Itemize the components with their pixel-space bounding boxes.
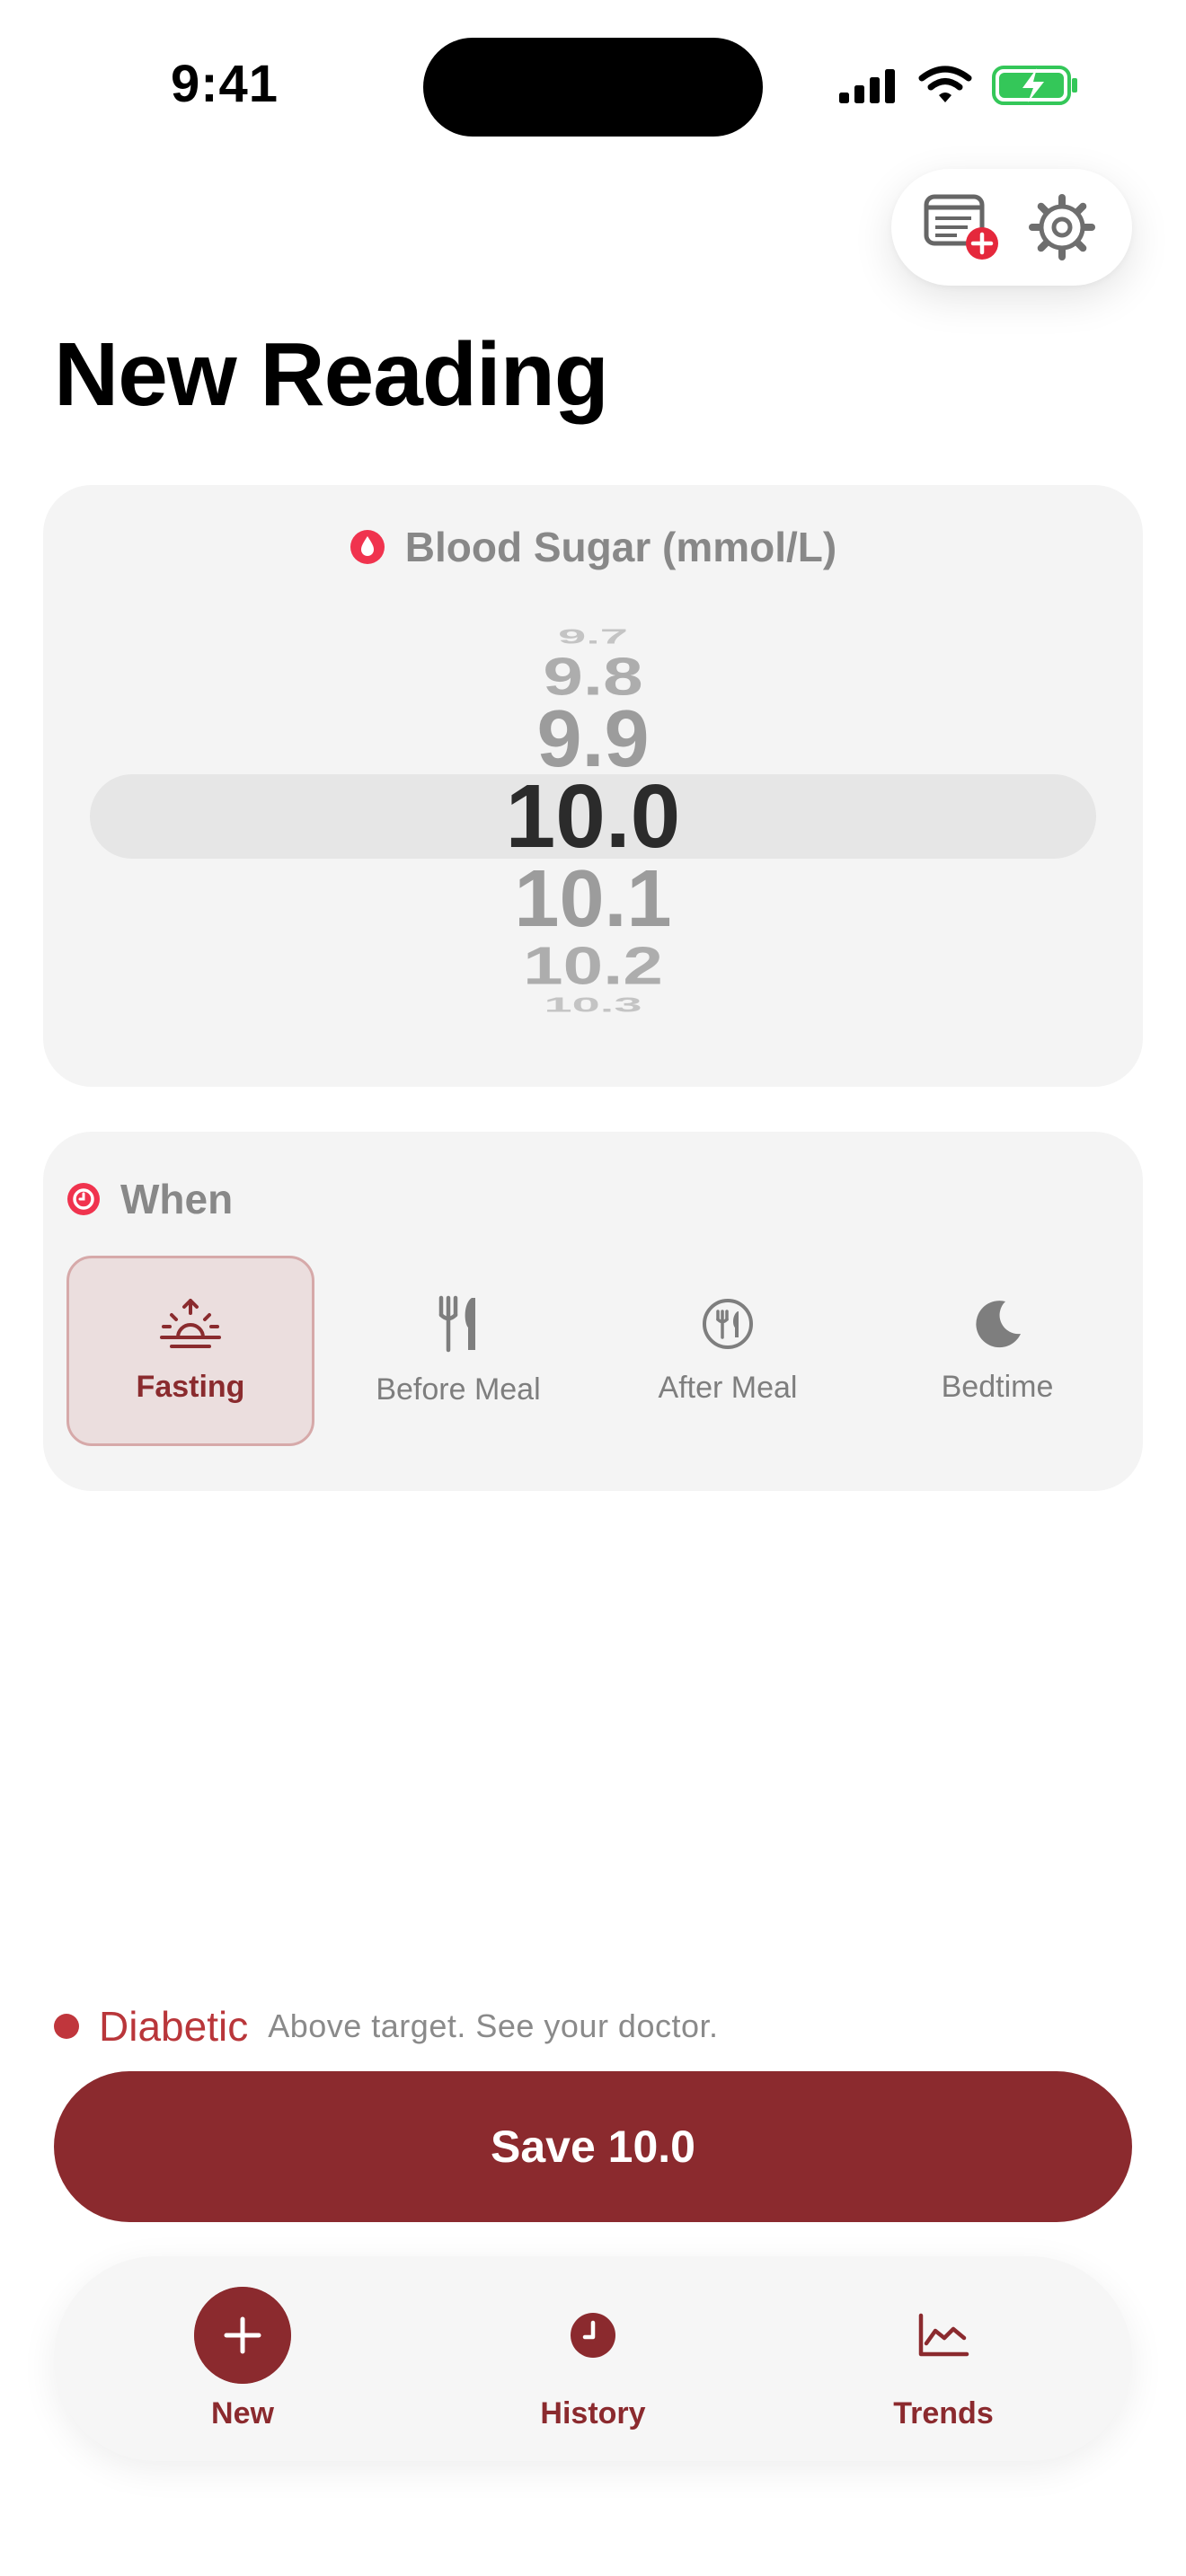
fork-knife-icon	[438, 1295, 475, 1352]
tab-trends[interactable]: Trends	[854, 2256, 1033, 2461]
add-report-button[interactable]	[921, 187, 1002, 268]
clock-icon	[571, 2313, 615, 2358]
picker-value-selected[interactable]: 10.0	[0, 772, 1186, 861]
picker-value-10-2[interactable]: 10.2	[0, 940, 1186, 992]
report-add-icon	[924, 194, 998, 260]
settings-button[interactable]	[1022, 187, 1102, 268]
gear-icon	[1029, 194, 1095, 260]
when-option-before-meal[interactable]: Before Meal	[334, 1256, 582, 1446]
signal-icon	[839, 69, 895, 103]
status-dot	[54, 2014, 79, 2039]
moon-icon	[976, 1300, 1021, 1347]
when-option-label: After Meal	[658, 1370, 798, 1405]
picker-value-10-1[interactable]: 10.1	[0, 859, 1186, 940]
fork-knife-circle-icon	[703, 1298, 753, 1349]
tab-label: History	[540, 2396, 646, 2430]
when-option-bedtime[interactable]: Bedtime	[873, 1256, 1121, 1446]
when-option-label: Bedtime	[941, 1369, 1054, 1404]
tab-label: Trends	[893, 2396, 994, 2430]
when-option-label: Fasting	[136, 1369, 245, 1404]
reading-status: Diabetic Above target. See your doctor.	[54, 1999, 719, 2053]
when-option-label: Before Meal	[376, 1372, 541, 1407]
tab-new[interactable]: New	[153, 2256, 332, 2461]
plus-icon	[194, 2287, 291, 2384]
top-toolbar	[891, 169, 1132, 286]
blood-sugar-header: Blood Sugar (mmol/L)	[0, 523, 1186, 571]
status-message: Above target. See your doctor.	[268, 2007, 719, 2044]
blood-sugar-label: Blood Sugar (mmol/L)	[404, 524, 837, 570]
dynamic-island	[423, 38, 763, 137]
picker-value-9-8[interactable]: 9.8	[0, 650, 1186, 703]
save-button[interactable]: Save 10.0	[54, 2071, 1132, 2222]
when-header: When	[66, 1175, 233, 1223]
clock-badge-icon	[67, 1183, 100, 1215]
when-label: When	[120, 1176, 234, 1222]
blood-drop-icon	[350, 530, 385, 564]
status-time: 9:41	[170, 55, 279, 113]
tab-label: New	[211, 2396, 274, 2430]
picker-value-10-3[interactable]: 10.3	[0, 994, 1186, 1016]
page-title: New Reading	[54, 324, 609, 425]
tab-history[interactable]: History	[503, 2256, 683, 2461]
picker-value-9-9[interactable]: 9.9	[0, 699, 1186, 780]
chart-icon	[918, 2313, 969, 2357]
picker-value-9-7[interactable]: 9.7	[0, 626, 1186, 648]
status-icons	[837, 63, 1078, 108]
when-option-fasting[interactable]: Fasting	[66, 1256, 314, 1446]
status-category: Diabetic	[99, 2003, 249, 2050]
wifi-icon	[918, 66, 972, 102]
battery-charging-icon	[992, 66, 1077, 105]
sunrise-icon	[160, 1298, 221, 1348]
when-option-after-meal[interactable]: After Meal	[604, 1256, 852, 1446]
tab-bar: New History Trends	[54, 2256, 1132, 2461]
